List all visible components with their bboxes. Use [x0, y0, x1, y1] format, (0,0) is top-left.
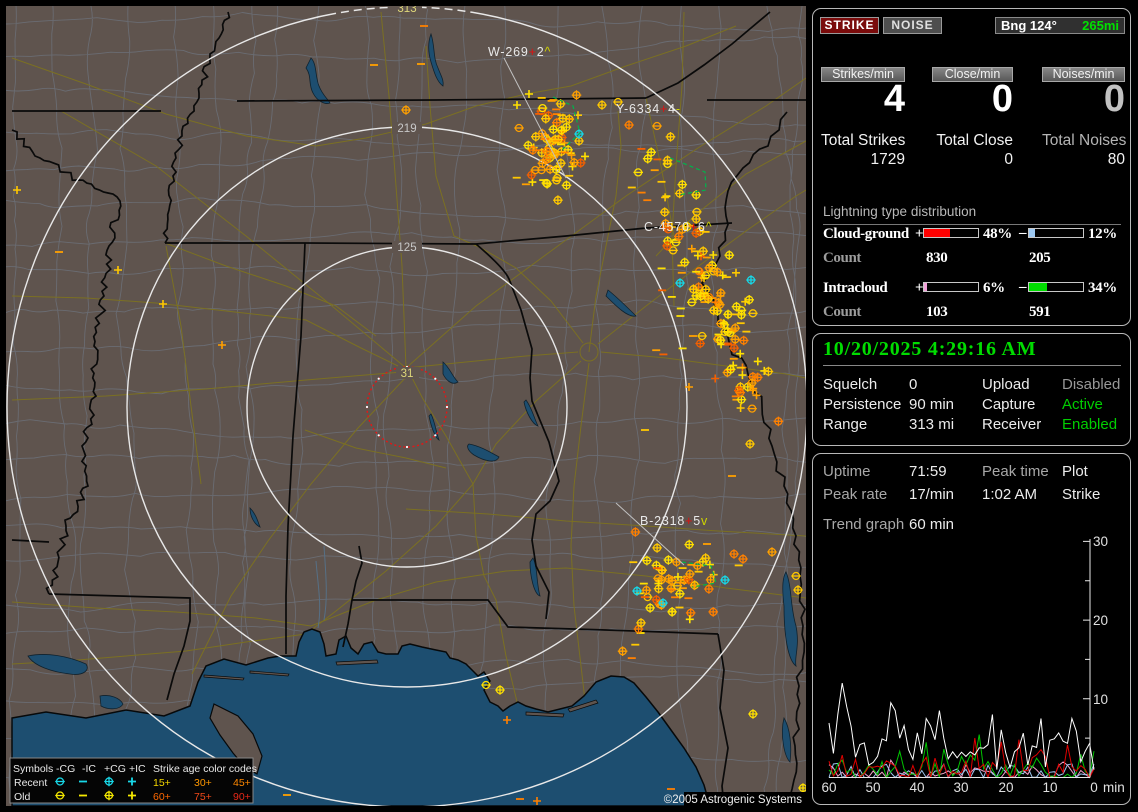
- svg-text:10: 10: [1042, 780, 1057, 795]
- svg-text:30+: 30+: [194, 777, 212, 789]
- svg-text:Symbols: Symbols: [13, 763, 53, 775]
- svg-text:125: 125: [397, 242, 416, 254]
- svg-text:Strike age color codes: Strike age color codes: [153, 763, 257, 775]
- svg-text:B-2318+5v: B-2318+5v: [640, 514, 708, 528]
- svg-text:-IC: -IC: [82, 763, 96, 775]
- svg-text:0: 0: [1090, 780, 1098, 795]
- svg-text:Recent: Recent: [14, 777, 47, 789]
- svg-text:60+: 60+: [153, 791, 171, 803]
- svg-text:+CG: +CG: [104, 763, 126, 775]
- svg-text:45+: 45+: [233, 777, 251, 789]
- svg-text:Y-6334+4-: Y-6334+4-: [616, 102, 681, 116]
- svg-text:60: 60: [821, 780, 836, 795]
- svg-text:C-4570+6^: C-4570+6^: [644, 220, 712, 234]
- svg-text:31: 31: [401, 368, 414, 380]
- svg-text:20: 20: [998, 780, 1013, 795]
- svg-text:+IC: +IC: [129, 763, 146, 775]
- svg-text:Old: Old: [14, 791, 31, 803]
- svg-text:75+: 75+: [194, 791, 212, 803]
- svg-text:15+: 15+: [153, 777, 171, 789]
- svg-text:40: 40: [909, 780, 924, 795]
- svg-text:20: 20: [1093, 613, 1108, 628]
- svg-text:90+: 90+: [233, 791, 251, 803]
- svg-text:W-269+2^: W-269+2^: [488, 45, 551, 59]
- svg-text:219: 219: [397, 123, 416, 135]
- svg-text:-CG: -CG: [56, 763, 75, 775]
- svg-text:30: 30: [1093, 534, 1108, 549]
- svg-text:min: min: [1103, 780, 1125, 795]
- svg-text:10: 10: [1093, 692, 1108, 707]
- svg-text:313: 313: [397, 6, 416, 15]
- svg-text:50: 50: [865, 780, 880, 795]
- svg-text:©2005 Astrogenic Systems: ©2005 Astrogenic Systems: [664, 794, 802, 806]
- svg-text:30: 30: [953, 780, 968, 795]
